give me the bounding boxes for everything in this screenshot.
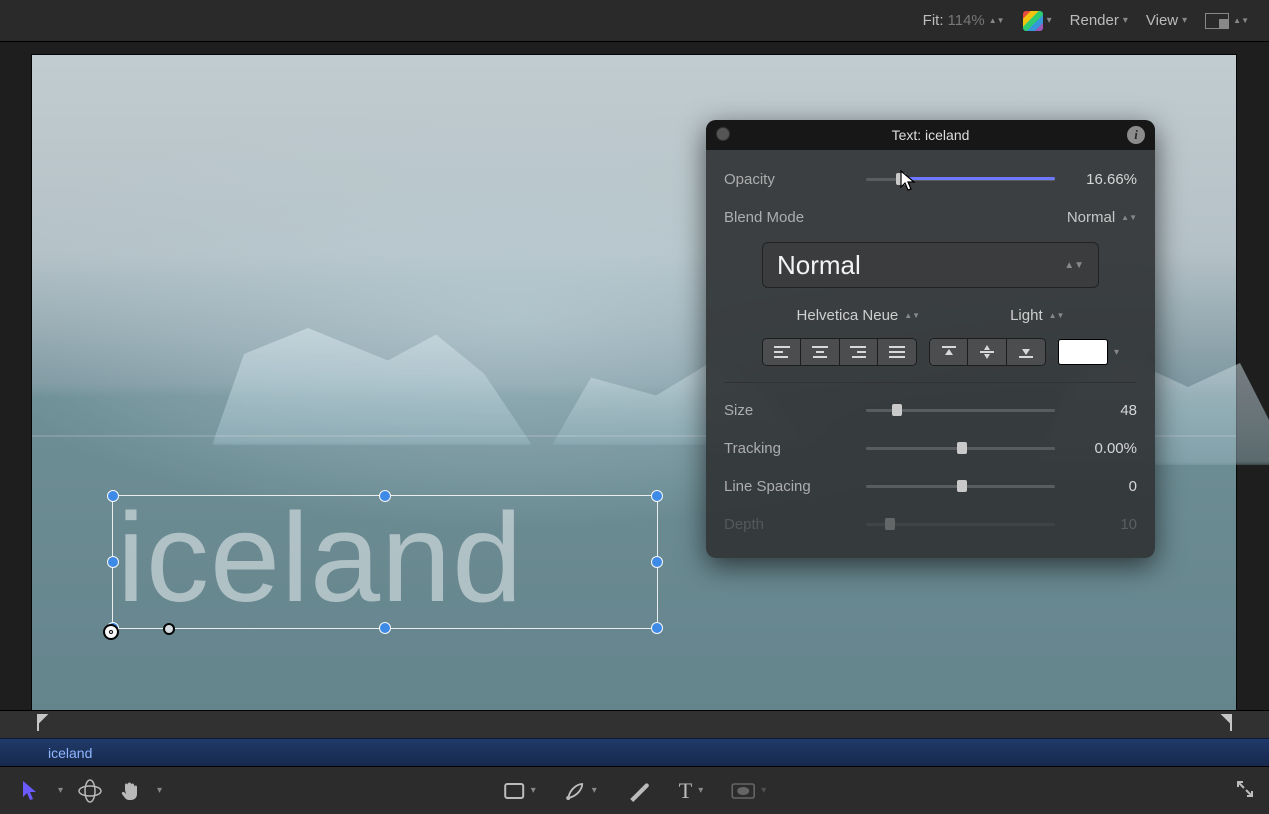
blend-mode-label: Blend Mode bbox=[724, 209, 866, 226]
chevron-down-icon: ▾ bbox=[1047, 15, 1052, 26]
chevron-updown-icon: ▲▼ bbox=[1121, 215, 1137, 220]
tracking-value[interactable]: 0.00% bbox=[1067, 440, 1137, 457]
text-tool[interactable]: T ▾ bbox=[679, 778, 703, 804]
opacity-label: Opacity bbox=[724, 171, 866, 188]
play-range-end-icon[interactable] bbox=[1219, 713, 1233, 738]
expand-canvas-icon[interactable] bbox=[1235, 779, 1255, 804]
color-channels-menu[interactable]: ▾ bbox=[1023, 11, 1052, 31]
horizontal-align-segmented[interactable] bbox=[762, 338, 917, 366]
left-tools: ▾ ▾ bbox=[18, 778, 162, 804]
3d-transform-tool[interactable] bbox=[77, 778, 103, 804]
render-label: Render bbox=[1070, 12, 1119, 29]
text-color-control[interactable]: ▾ bbox=[1058, 339, 1119, 365]
chevron-down-icon: ▾ bbox=[531, 785, 536, 796]
render-menu[interactable]: Render ▾ bbox=[1070, 12, 1128, 29]
vertical-align-segmented[interactable] bbox=[929, 338, 1046, 366]
depth-value: 10 bbox=[1067, 516, 1137, 533]
tracking-slider[interactable] bbox=[866, 440, 1055, 456]
layer-name: iceland bbox=[48, 745, 92, 761]
play-range-start-icon[interactable] bbox=[36, 713, 50, 738]
hud-body: Opacity 16.66% Blend Mode Normal ▲▼ Norm… bbox=[706, 150, 1155, 549]
color-well[interactable] bbox=[1058, 339, 1108, 365]
align-left-button[interactable] bbox=[763, 339, 801, 365]
viewer-layout-menu[interactable]: ▲▼ bbox=[1205, 13, 1249, 29]
size-slider[interactable] bbox=[866, 402, 1055, 418]
size-value[interactable]: 48 bbox=[1067, 402, 1137, 419]
chevron-down-icon: ▾ bbox=[761, 785, 766, 796]
center-tools: ▾ ▾ T ▾ ▾ bbox=[503, 778, 767, 804]
opacity-value[interactable]: 16.66% bbox=[1067, 171, 1137, 188]
alignment-row: ▾ bbox=[724, 332, 1137, 380]
color-channels-icon bbox=[1023, 11, 1043, 31]
hud-title-text: Text: iceland bbox=[892, 127, 970, 143]
view-label: View bbox=[1146, 12, 1178, 29]
font-family-select[interactable]: Helvetica Neue ▲▼ bbox=[797, 307, 921, 324]
chevron-down-icon: ▾ bbox=[1182, 15, 1187, 26]
pan-tool[interactable] bbox=[117, 778, 143, 804]
font-weight-value: Light bbox=[1010, 307, 1043, 324]
mini-timeline-ruler[interactable] bbox=[0, 710, 1269, 738]
bg-iceberg bbox=[212, 315, 532, 445]
fit-label: Fit: bbox=[923, 12, 944, 29]
text-style-preset-select[interactable]: Normal ▲▼ bbox=[762, 242, 1099, 288]
pen-tool[interactable]: ▾ bbox=[564, 780, 597, 802]
line-spacing-slider[interactable] bbox=[866, 478, 1055, 494]
info-icon[interactable]: i bbox=[1127, 126, 1145, 144]
chevron-down-icon: ▾ bbox=[1123, 15, 1128, 26]
chevron-down-icon[interactable]: ▾ bbox=[1114, 347, 1119, 358]
divider bbox=[724, 382, 1137, 383]
chevron-updown-icon: ▲▼ bbox=[1049, 313, 1065, 318]
canvas-toolbar: ▾ ▾ ▾ ▾ T ▾ ▾ bbox=[0, 766, 1269, 814]
size-label: Size bbox=[724, 402, 866, 419]
chevron-down-icon: ▾ bbox=[592, 785, 597, 796]
align-center-button[interactable] bbox=[801, 339, 839, 365]
blend-mode-row: Blend Mode Normal ▲▼ bbox=[724, 198, 1137, 236]
line-spacing-row: Line Spacing 0 bbox=[724, 467, 1137, 505]
mask-tool: ▾ bbox=[731, 783, 766, 799]
opacity-row: Opacity 16.66% bbox=[724, 160, 1137, 198]
shape-tool[interactable]: ▾ bbox=[503, 782, 536, 800]
size-row: Size 48 bbox=[724, 391, 1137, 429]
fit-zoom-menu[interactable]: Fit: 114% ▲▼ bbox=[923, 12, 1005, 29]
chevron-updown-icon: ▲▼ bbox=[1064, 263, 1084, 268]
chevron-updown-icon: ▲▼ bbox=[989, 18, 1005, 23]
line-spacing-value[interactable]: 0 bbox=[1067, 478, 1137, 495]
chevron-down-icon[interactable]: ▾ bbox=[58, 785, 63, 796]
font-weight-select[interactable]: Light ▲▼ bbox=[1010, 307, 1064, 324]
paint-stroke-tool[interactable] bbox=[625, 778, 651, 804]
font-family-value: Helvetica Neue bbox=[797, 307, 899, 324]
chevron-updown-icon: ▲▼ bbox=[1233, 18, 1249, 23]
line-spacing-label: Line Spacing bbox=[724, 478, 866, 495]
tracking-row: Tracking 0.00% bbox=[724, 429, 1137, 467]
view-menu[interactable]: View ▾ bbox=[1146, 12, 1187, 29]
select-tool[interactable] bbox=[18, 778, 44, 804]
text-hud-panel[interactable]: Text: iceland i Opacity 16.66% Blend Mod… bbox=[706, 120, 1155, 558]
font-row: Helvetica Neue ▲▼ Light ▲▼ bbox=[724, 298, 1137, 332]
style-preset-value: Normal bbox=[777, 250, 861, 281]
valign-middle-button[interactable] bbox=[968, 339, 1006, 365]
depth-label: Depth bbox=[724, 516, 866, 533]
valign-bottom-button[interactable] bbox=[1007, 339, 1045, 365]
blend-mode-value: Normal bbox=[1067, 209, 1115, 226]
chevron-updown-icon: ▲▼ bbox=[904, 313, 920, 318]
depth-row: Depth 10 bbox=[724, 505, 1137, 543]
valign-top-button[interactable] bbox=[930, 339, 968, 365]
viewer-toolbar: Fit: 114% ▲▼ ▾ Render ▾ View ▾ ▲▼ bbox=[0, 0, 1269, 42]
chevron-down-icon[interactable]: ▾ bbox=[157, 785, 162, 796]
viewport-layout-icon bbox=[1205, 13, 1229, 29]
tracking-label: Tracking bbox=[724, 440, 866, 457]
text-layer[interactable]: iceland bbox=[117, 493, 657, 627]
depth-slider bbox=[866, 516, 1055, 532]
close-icon[interactable] bbox=[716, 127, 730, 141]
fit-value: 114% bbox=[948, 12, 985, 29]
mini-timeline-layer-bar[interactable]: iceland bbox=[0, 738, 1269, 766]
align-justify-button[interactable] bbox=[878, 339, 916, 365]
opacity-slider[interactable] bbox=[866, 171, 1055, 187]
hud-titlebar[interactable]: Text: iceland i bbox=[706, 120, 1155, 150]
align-right-button[interactable] bbox=[840, 339, 878, 365]
chevron-down-icon: ▾ bbox=[698, 785, 703, 796]
canvas-area[interactable]: iceland Text: iceland i Opacity bbox=[0, 42, 1269, 710]
blend-mode-select[interactable]: Normal ▲▼ bbox=[1067, 209, 1137, 226]
